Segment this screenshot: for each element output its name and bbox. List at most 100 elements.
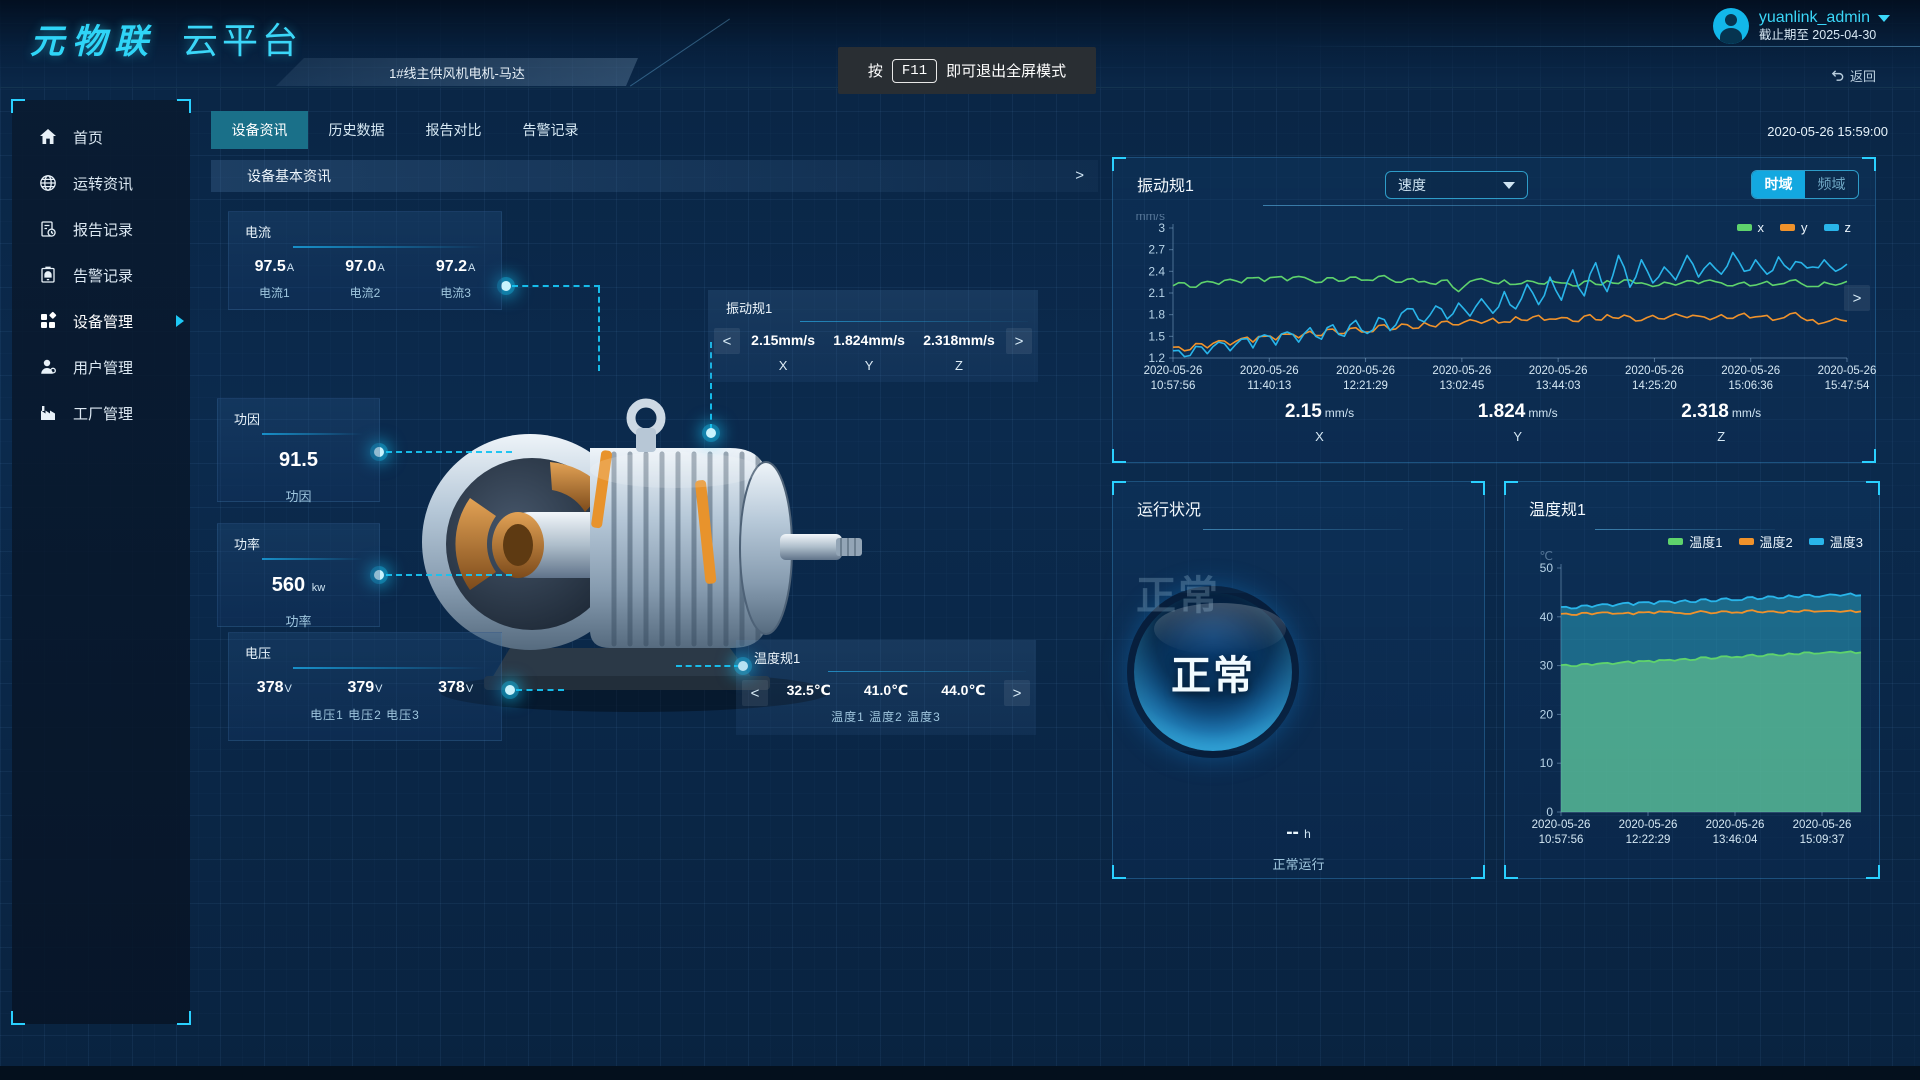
- callout-title: 温度规1: [736, 640, 1036, 667]
- card-title: 功因: [218, 399, 379, 428]
- toast-text: 即可退出全屏模式: [946, 60, 1066, 81]
- fullscreen-toast: 按 F11 即可退出全屏模式: [838, 47, 1096, 94]
- vibration-panel: 振动规1 速度 时域频域 xyz mm/s32.72.42.11.81.51.2…: [1112, 157, 1876, 463]
- tab-1[interactable]: 设备资讯: [211, 111, 308, 149]
- status-panel: 运行状况 正常 正常 -- h 正常运行: [1112, 481, 1485, 879]
- temperature-item: 44.0℃: [941, 682, 985, 699]
- next-chevron-button[interactable]: >: [1006, 328, 1032, 354]
- card-title: 电压: [229, 633, 501, 662]
- connector-dot: [706, 428, 716, 438]
- factory-icon: [38, 403, 58, 423]
- x-tick-label: 2020-05-2614:25:20: [1606, 364, 1702, 394]
- current-item-value: 97.5A: [255, 258, 294, 276]
- temperature-panel: 温度规1 温度1温度2温度3 ℃50403020100 2020-05-2610…: [1504, 481, 1880, 879]
- connector-line: [386, 574, 512, 576]
- summary-unit: mm/s: [1528, 406, 1557, 420]
- voltage-item-unit: V: [466, 683, 473, 695]
- device-manage-icon: [38, 311, 58, 331]
- callout-decor-line: [828, 671, 1026, 672]
- domain-toggle: 时域频域: [1751, 170, 1859, 199]
- svg-text:1.8: 1.8: [1148, 308, 1165, 322]
- temperature-item: 32.5℃: [787, 682, 831, 699]
- sidebar-item-1[interactable]: 首页: [12, 114, 190, 160]
- dropdown-triangle-icon: [1503, 182, 1515, 189]
- voltage-card: 电压 378V379V378V 电压1 电压2 电压3: [228, 632, 502, 741]
- current-item-unit: A: [287, 262, 294, 274]
- power-card: 功率 560 kw 功率: [217, 523, 380, 627]
- corner-decor: [11, 99, 25, 113]
- corner-decor: [177, 1011, 191, 1025]
- svg-text:20: 20: [1540, 707, 1554, 721]
- tab-4[interactable]: 告警记录: [502, 111, 599, 149]
- measure-type-dropdown[interactable]: 速度: [1385, 171, 1528, 199]
- toggle-freq-domain[interactable]: 频域: [1805, 171, 1858, 198]
- tab-2[interactable]: 历史数据: [308, 111, 405, 149]
- summary-value: 2.318mm/s: [1681, 401, 1761, 423]
- header-decor-line: [1280, 46, 1920, 47]
- device-info-title: 设备基本资讯: [247, 168, 331, 184]
- temperature-legend: 温度1温度2温度3: [1668, 532, 1863, 551]
- chevron-right-icon: [176, 315, 184, 327]
- product-logo: 云平台: [182, 12, 302, 64]
- summary-item: 2.15mm/sX: [1285, 401, 1354, 444]
- toast-text: 按: [868, 60, 883, 81]
- sidebar-item-label: 工厂管理: [73, 403, 133, 424]
- card-decor-line: [262, 558, 363, 560]
- callout-title: 振动规1: [708, 290, 1038, 317]
- prev-chevron-button[interactable]: <: [742, 680, 768, 706]
- expand-chevron-icon[interactable]: >: [1075, 160, 1084, 192]
- tab-3[interactable]: 报告对比: [405, 111, 502, 149]
- back-button[interactable]: 返回: [1830, 66, 1876, 85]
- svg-text:2.1: 2.1: [1148, 286, 1165, 300]
- legend-swatch: [1739, 538, 1754, 545]
- sidebar-item-label: 首页: [73, 127, 103, 148]
- f11-key: F11: [892, 59, 937, 83]
- corner-decor: [1866, 865, 1880, 879]
- sidebar-item-7[interactable]: 工厂管理: [12, 390, 190, 436]
- legend-item: 温度3: [1809, 532, 1863, 551]
- card-title: 电流: [229, 212, 501, 241]
- device-info-header: 设备基本资讯 >: [211, 160, 1098, 192]
- power-label: 功率: [218, 611, 379, 630]
- corner-decor: [11, 1011, 25, 1025]
- connector-line: [598, 287, 600, 371]
- panel-next-chevron-button[interactable]: >: [1844, 285, 1870, 311]
- current-item-label: 电流1: [255, 284, 294, 301]
- prev-chevron-button[interactable]: <: [714, 328, 740, 354]
- user-manage-icon: [38, 357, 58, 377]
- sidebar-item-label: 报告记录: [73, 219, 133, 240]
- sidebar-item-4[interactable]: 告警记录: [12, 252, 190, 298]
- run-hours: -- h: [1113, 822, 1484, 844]
- panel-title: 运行状况: [1137, 496, 1201, 520]
- sidebar-item-5[interactable]: 设备管理: [12, 298, 190, 344]
- sidebar-item-3[interactable]: 报告记录: [12, 206, 190, 252]
- corner-decor: [1862, 157, 1876, 171]
- power-factor-value: 91.5: [218, 449, 379, 472]
- temperature-item: 41.0℃: [864, 682, 908, 699]
- sidebar-nav: 首页运转资讯报告记录告警记录设备管理用户管理工厂管理: [12, 114, 190, 436]
- sidebar-item-2[interactable]: 运转资讯: [12, 160, 190, 206]
- power-unit: kw: [312, 582, 325, 594]
- x-tick-label: 2020-05-2615:47:54: [1799, 364, 1895, 394]
- x-tick-label: 2020-05-2612:21:29: [1318, 364, 1414, 394]
- connector-dot: [501, 281, 511, 291]
- current-item: 97.5A 电流1: [255, 258, 294, 301]
- toggle-time-domain[interactable]: 时域: [1752, 171, 1805, 198]
- user-name: yuanlink_admin: [1759, 8, 1890, 28]
- sidebar-item-label: 设备管理: [73, 311, 133, 332]
- sidebar-item-6[interactable]: 用户管理: [12, 344, 190, 390]
- voltage-item-unit: V: [375, 683, 382, 695]
- run-hours-unit: h: [1304, 827, 1311, 841]
- voltage-labels: 电压1 电压2 电压3: [229, 706, 501, 723]
- card-title: 功率: [218, 524, 379, 553]
- legend-label: 温度2: [1760, 532, 1793, 551]
- voltage-item-value: 378V: [257, 679, 292, 697]
- temperature-chart: ℃50403020100: [1517, 550, 1869, 838]
- corner-decor: [1471, 481, 1485, 495]
- card-decor-line: [262, 433, 363, 435]
- panel-title: 温度规1: [1529, 496, 1586, 520]
- breadcrumb: 1#线主供风机电机-马达: [276, 58, 638, 86]
- current-datetime: 2020-05-26 15:59:00: [1700, 124, 1888, 139]
- next-chevron-button[interactable]: >: [1004, 680, 1030, 706]
- user-menu[interactable]: yuanlink_admin 截止期至 2025-04-30: [1713, 8, 1890, 44]
